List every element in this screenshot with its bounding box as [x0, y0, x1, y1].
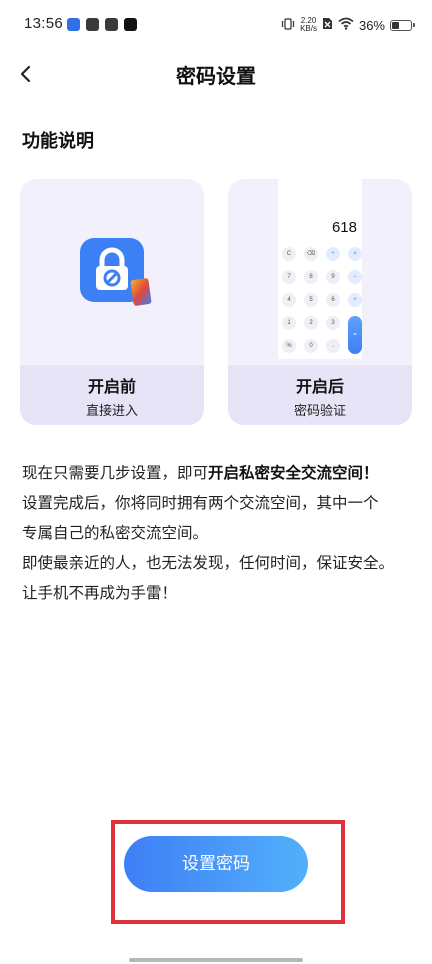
- calculator-key: 0: [304, 339, 318, 353]
- description-line-4: 即使最亲近的人，也无法发现，任何时间，保证安全。: [22, 554, 395, 572]
- battery-level: [392, 21, 400, 29]
- net-speed-unit: KB/s: [300, 24, 317, 33]
- calculator-key: +: [348, 293, 362, 307]
- page-title: 密码设置: [176, 64, 256, 88]
- calculator-key: −: [348, 270, 362, 284]
- calculator-key: %: [282, 339, 296, 353]
- section-title: 功能说明: [22, 131, 94, 152]
- calculator-key: 7: [282, 270, 296, 284]
- description: 现在只需要几步设置，即可开启私密安全交流空间！ 设置完成后，你将同时拥有两个交流…: [22, 458, 418, 608]
- battery-percent: 36%: [358, 17, 385, 33]
- description-line-1: 现在只需要几步设置，即可开启私密安全交流空间！: [22, 458, 418, 488]
- calculator-key: C: [282, 247, 296, 261]
- calculator-key: 9: [326, 270, 340, 284]
- calculator-key: 2: [304, 316, 318, 330]
- description-line-1-prefix: 现在只需要几步设置，即可: [22, 464, 209, 482]
- calculator-key: 8: [304, 270, 318, 284]
- calculator-key: 3: [326, 316, 340, 330]
- description-line-5: 让手机不再成为手雷！: [22, 584, 178, 602]
- after-card-footer: 开启后 密码验证: [228, 365, 412, 425]
- calculator-key: ÷: [326, 247, 340, 261]
- calculator-key: =: [348, 316, 362, 354]
- after-card-desc: 密码验证: [293, 404, 346, 419]
- app-notification-icon-1: [67, 18, 80, 31]
- mini-app-badge-icon: [130, 277, 152, 307]
- app-notification-icon-3: [105, 18, 118, 31]
- after-card-name: 开启后: [295, 377, 344, 396]
- before-card-footer: 开启前 直接进入: [20, 365, 204, 425]
- calculator-key: .: [326, 339, 340, 353]
- app-notification-icon-2: [86, 18, 99, 31]
- home-indicator[interactable]: [129, 958, 303, 962]
- calculator-key: 5: [304, 293, 318, 307]
- before-card: 开启前 直接进入: [20, 179, 204, 425]
- before-card-desc: 直接进入: [85, 404, 138, 419]
- wifi-icon: [338, 17, 354, 33]
- calculator-preview: 618 C ⌫ ÷ × 7 8 9− 4 5 6 +1 2 3 =% 0.: [278, 179, 362, 359]
- calculator-display: 618: [331, 219, 357, 236]
- battery-icon: [390, 19, 415, 31]
- after-card: 618 C ⌫ ÷ × 7 8 9− 4 5 6 +1 2 3 =% 0. 开启后 密码验证: [228, 179, 412, 425]
- calculator-key: ×: [348, 247, 362, 261]
- status-right: 2.20 KB/s 36%: [281, 15, 415, 35]
- before-card-name: 开启前: [87, 377, 136, 396]
- no-sim-icon: [322, 17, 333, 33]
- net-speed: 2.20 KB/s: [300, 17, 317, 33]
- set-password-button[interactable]: 设置密码: [124, 836, 308, 892]
- description-line-3: 专属自己的私密交流空间。: [22, 524, 209, 542]
- status-bar: 13:56 2.20 KB/s 36%: [0, 0, 432, 52]
- description-line-2: 设置完成后，你将同时拥有两个交流空间，其中一个: [22, 494, 379, 512]
- calculator-key: 4: [282, 293, 296, 307]
- app-notification-icon-4: [124, 18, 137, 31]
- calculator-key: 1: [282, 316, 296, 330]
- calculator-key: ⌫: [304, 247, 318, 261]
- status-time: 13:56: [24, 15, 64, 32]
- description-line-1-bold: 开启私密安全交流空间！: [208, 464, 379, 482]
- vibrate-icon: [281, 17, 295, 34]
- calculator-key: 6: [326, 293, 340, 307]
- page: 13:56 2.20 KB/s 36% 密码设置 功能说明 开启前 直接进入 6…: [0, 0, 432, 964]
